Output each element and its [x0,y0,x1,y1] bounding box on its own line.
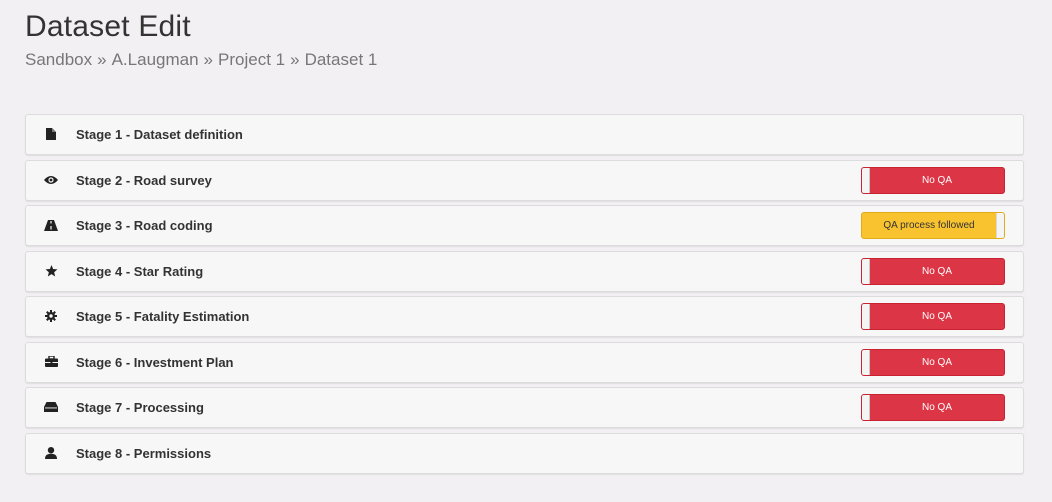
stage-label: Stage 8 - Permissions [76,445,212,461]
toggle-handle[interactable] [996,213,1004,238]
toggle-handle[interactable] [862,258,870,284]
stage-row-processing[interactable]: Stage 7 - Processing No QA [25,387,1024,428]
stage-list: Stage 1 - Dataset definition Stage 2 - R… [25,114,1024,478]
stage-label: Stage 2 - Road survey [76,172,212,188]
qa-status-label: No QA [921,402,952,413]
qa-status-label: QA process followed [883,220,975,231]
gear-icon [44,309,58,323]
breadcrumb-item-sandbox[interactable]: Sandbox [25,50,92,69]
stage-row-investment-plan[interactable]: Stage 6 - Investment Plan No QA [25,341,1024,383]
toggle-handle[interactable] [862,304,870,329]
hdd-icon [44,400,58,414]
stage-row-dataset-definition[interactable]: Stage 1 - Dataset definition [25,114,1024,155]
breadcrumb-separator: » [203,50,214,69]
stage-label: Stage 4 - Star Rating [76,263,204,279]
qa-toggle[interactable]: No QA [861,303,1005,330]
qa-toggle[interactable]: No QA [861,394,1005,421]
stage-row-road-coding[interactable]: Stage 3 - Road coding QA process followe… [25,205,1024,246]
stage-row-star-rating[interactable]: Stage 4 - Star Rating No QA [25,250,1024,292]
briefcase-icon [44,355,58,369]
qa-status-label: No QA [921,174,952,186]
qa-status-label: No QA [921,356,952,368]
page-title: Dataset Edit [25,10,191,43]
qa-status-label: No QA [921,265,952,277]
stage-label: Stage 6 - Investment Plan [76,354,234,370]
qa-toggle[interactable]: No QA [861,257,1005,285]
stage-label: Stage 1 - Dataset definition [76,127,243,142]
stage-row-fatality-estimation[interactable]: Stage 5 - Fatality Estimation No QA [25,296,1024,337]
qa-status-label: No QA [921,311,952,322]
qa-toggle[interactable]: QA process followed [861,212,1005,239]
stage-label: Stage 5 - Fatality Estimation [76,309,250,324]
stage-label: Stage 7 - Processing [76,400,204,415]
stage-label: Stage 3 - Road coding [76,218,213,233]
toggle-handle[interactable] [862,349,870,375]
toggle-handle[interactable] [862,167,870,193]
star-icon [44,264,58,278]
eye-icon [44,173,58,187]
road-icon [44,218,58,232]
breadcrumb-separator: » [290,50,300,69]
breadcrumb-separator: » [97,50,107,69]
breadcrumb: Sandbox» A.Laugman» Project 1» Dataset 1 [25,50,377,70]
toggle-handle[interactable] [862,395,870,420]
qa-toggle[interactable]: No QA [861,348,1005,376]
stage-row-road-survey[interactable]: Stage 2 - Road survey No QA [25,159,1024,201]
file-icon [44,127,58,141]
breadcrumb-item-project[interactable]: Project 1 [218,50,285,69]
user-icon [44,446,58,460]
breadcrumb-item-user[interactable]: A.Laugman [112,50,199,69]
qa-toggle[interactable]: No QA [861,166,1005,194]
stage-row-permissions[interactable]: Stage 8 - Permissions [25,432,1024,474]
breadcrumb-item-dataset: Dataset 1 [304,50,378,69]
